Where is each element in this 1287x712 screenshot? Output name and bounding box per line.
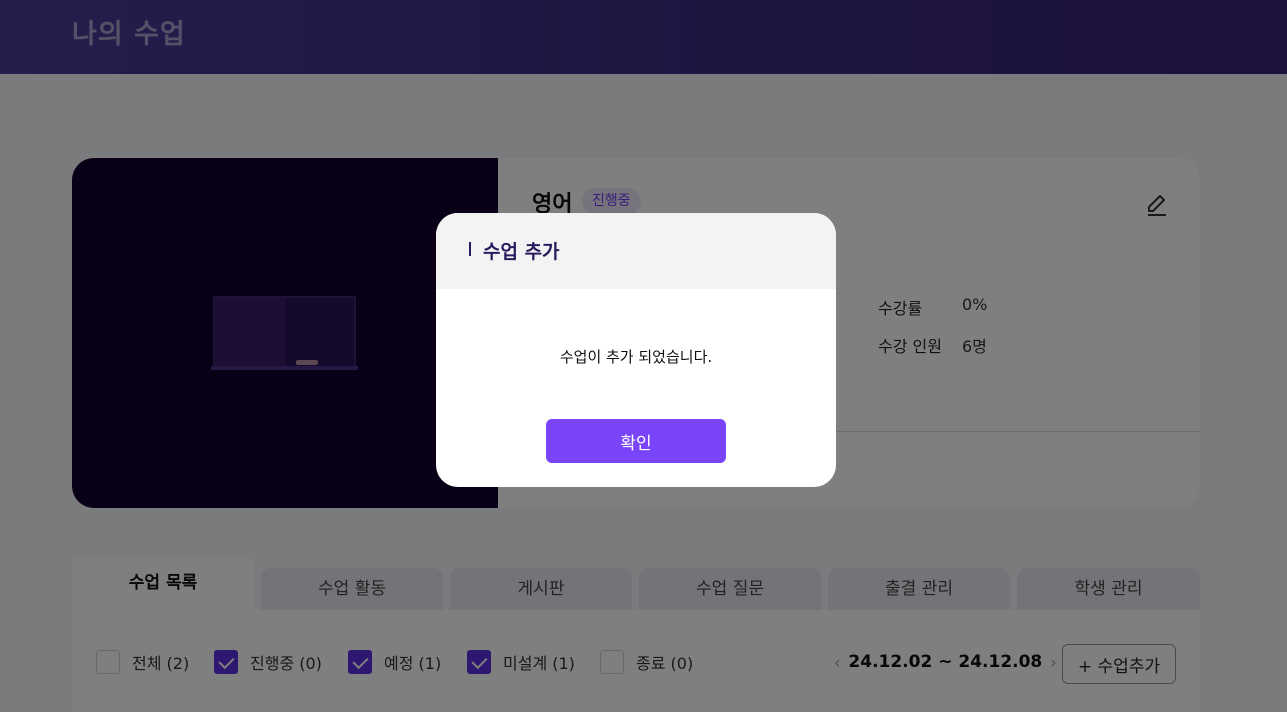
confirm-button[interactable]: 확인 [546,419,726,463]
add-course-modal: 수업 추가 수업이 추가 되었습니다. 확인 [436,213,836,487]
modal-header: 수업 추가 [436,213,836,289]
title-accent-bar [469,242,471,256]
modal-title: 수업 추가 [483,241,560,263]
modal-message: 수업이 추가 되었습니다. [559,348,713,366]
